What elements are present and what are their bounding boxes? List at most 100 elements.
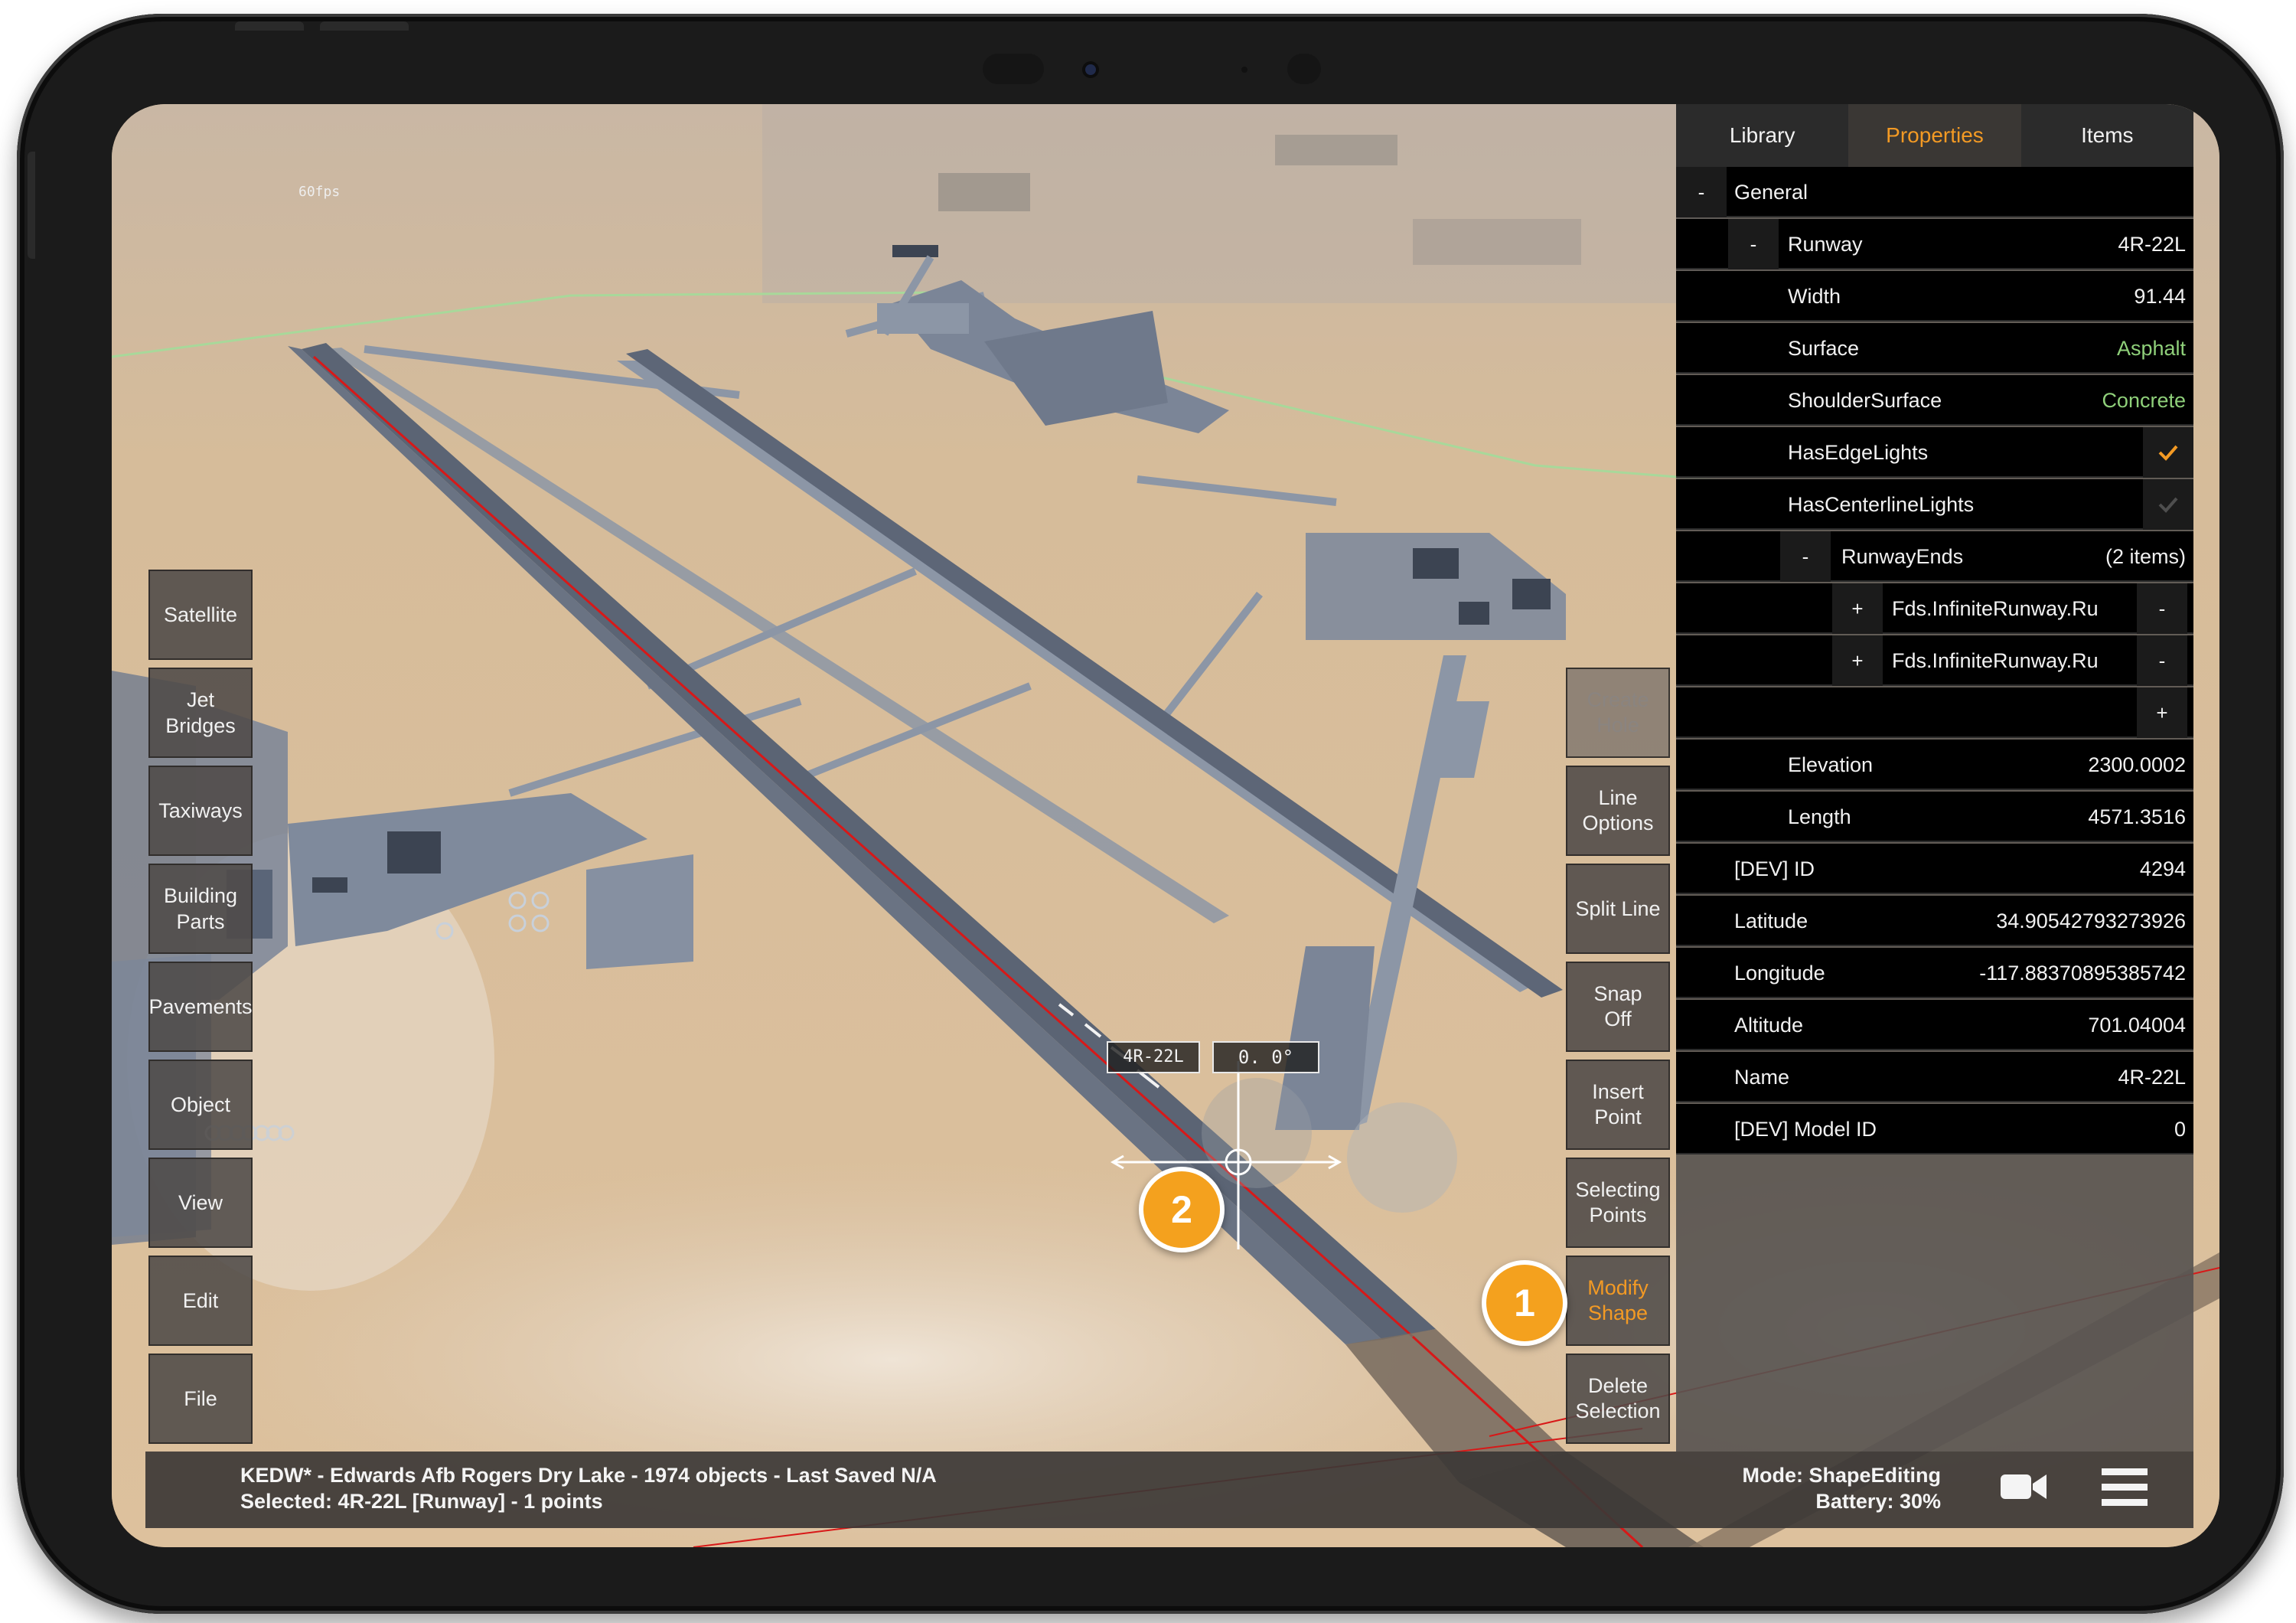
latitude-label: Latitude: [1734, 909, 1808, 932]
camera-sensor: [1241, 67, 1247, 73]
split-line-button[interactable]: Split Line: [1566, 864, 1670, 954]
elevation-row[interactable]: Elevation 2300.0002: [1676, 740, 2193, 790]
runway-row: - Runway 4R-22L: [1676, 219, 2193, 269]
surface-row[interactable]: Surface Asphalt: [1676, 323, 2193, 374]
length-value[interactable]: 4571.3516: [2088, 792, 2186, 842]
add-runway-end-row: +: [1676, 687, 2193, 738]
edge-lights-label: HasEdgeLights: [1788, 441, 1929, 464]
remove-runway-end-button[interactable]: -: [2137, 635, 2187, 686]
elevation-label: Elevation: [1788, 753, 1874, 776]
runway-end-item: + Fds.InfiniteRunway.Ru -: [1676, 583, 2193, 634]
altitude-row[interactable]: Altitude 701.04004: [1676, 1000, 2193, 1050]
longitude-value[interactable]: -117.88370895385742: [1979, 948, 2186, 998]
longitude-row[interactable]: Longitude -117.88370895385742: [1676, 948, 2193, 998]
panel-tabs: Library Properties Items: [1676, 104, 2193, 167]
rotation-angle-readout[interactable]: 0. 0°: [1212, 1041, 1319, 1073]
view-button[interactable]: View: [148, 1158, 253, 1248]
altitude-label: Altitude: [1734, 1014, 1804, 1037]
model-id-row: [DEV] Model ID 0: [1676, 1104, 2193, 1154]
create-hole-button[interactable]: Create Hole: [1566, 668, 1670, 758]
front-camera-icon: [1085, 64, 1096, 75]
object-button[interactable]: Object: [148, 1060, 253, 1150]
altitude-value[interactable]: 701.04004: [2088, 1000, 2186, 1050]
delete-selection-button[interactable]: Delete Selection: [1566, 1354, 1670, 1444]
width-value[interactable]: 91.44: [2134, 271, 2186, 322]
properties-panel: Library Properties Items - General - Run…: [1676, 104, 2193, 1452]
runway-ends-label: RunwayEnds: [1841, 545, 1964, 568]
runway-end-item: + Fds.InfiniteRunway.Ru -: [1676, 635, 2193, 686]
selecting-points-button[interactable]: Selecting Points: [1566, 1158, 1670, 1248]
runway-ends-count: (2 items): [2105, 545, 2186, 568]
centerline-lights-label: HasCenterlineLights: [1788, 493, 1975, 516]
volume-button: [235, 21, 304, 31]
pavements-button[interactable]: Pavements: [148, 962, 253, 1052]
jet-bridges-button[interactable]: Jet Bridges: [148, 668, 253, 758]
satellite-button[interactable]: Satellite: [148, 570, 253, 660]
app-screen: 60fps 4R-22L 0. 0° Satellite Jet Bridges T…: [112, 104, 2219, 1547]
marker-2: 2: [1139, 1167, 1225, 1252]
shoulder-surface-row[interactable]: ShoulderSurface Concrete: [1676, 375, 2193, 426]
name-label: Name: [1734, 1066, 1790, 1089]
checkmark-icon: [2158, 445, 2178, 461]
dev-id-value: 4294: [2139, 857, 2186, 880]
selection-info: Selected: 4R-22L [Runway] - 1 points: [240, 1490, 603, 1513]
elevation-value[interactable]: 2300.0002: [2088, 740, 2186, 790]
general-row: - General: [1676, 167, 2193, 217]
project-info: KEDW* - Edwards Afb Rogers Dry Lake - 19…: [240, 1464, 937, 1487]
runway-ends-collapse-button[interactable]: -: [1780, 531, 1831, 582]
general-collapse-button[interactable]: -: [1676, 167, 1727, 217]
insert-point-button[interactable]: Insert Point: [1566, 1060, 1670, 1150]
dev-id-label: [DEV] ID: [1734, 857, 1815, 880]
name-row[interactable]: Name 4R-22L: [1676, 1052, 2193, 1102]
edge-lights-checkbox[interactable]: [2143, 427, 2193, 478]
ipad-frame: 60fps 4R-22L 0. 0° Satellite Jet Bridges T…: [17, 14, 2284, 1614]
mode-indicator: Mode: ShapeEditing: [1742, 1464, 1942, 1487]
sensor: [983, 54, 1044, 84]
file-button[interactable]: File: [148, 1354, 253, 1444]
latitude-value[interactable]: 34.90542793273926: [1996, 896, 2186, 946]
edit-button[interactable]: Edit: [148, 1256, 253, 1346]
surface-value[interactable]: Asphalt: [2117, 323, 2186, 374]
expand-runway-end-button[interactable]: +: [1832, 583, 1883, 634]
tab-items[interactable]: Items: [2021, 104, 2193, 167]
line-options-button[interactable]: Line Options: [1566, 766, 1670, 856]
edge-lights-row: HasEdgeLights: [1676, 427, 2193, 478]
add-runway-end-button[interactable]: +: [2137, 687, 2187, 738]
dev-id-row: [DEV] ID 4294: [1676, 844, 2193, 894]
width-row[interactable]: Width 91.44: [1676, 271, 2193, 322]
battery-indicator: Battery: 30%: [1815, 1490, 1941, 1513]
name-value[interactable]: 4R-22L: [2118, 1052, 2186, 1102]
snap-toggle-button[interactable]: Snap Off: [1566, 962, 1670, 1052]
model-id-value: 0: [2174, 1118, 2186, 1141]
centerline-lights-checkbox[interactable]: [2143, 479, 2193, 530]
hamburger-menu-icon[interactable]: [2102, 1467, 2148, 1508]
latitude-row[interactable]: Latitude 34.90542793273926: [1676, 896, 2193, 946]
runway-label: Runway: [1788, 233, 1863, 256]
taxiways-button[interactable]: Taxiways: [148, 766, 253, 856]
building-parts-button[interactable]: Building Parts: [148, 864, 253, 954]
status-bar: KEDW* - Edwards Afb Rogers Dry Lake - 19…: [145, 1452, 2193, 1528]
shoulder-surface-label: ShoulderSurface: [1788, 389, 1942, 412]
tab-library[interactable]: Library: [1676, 104, 1848, 167]
fps-counter: 60fps: [298, 184, 341, 200]
marker-1: 1: [1482, 1260, 1567, 1346]
runway-collapse-button[interactable]: -: [1728, 219, 1779, 269]
centerline-lights-row: HasCenterlineLights: [1676, 479, 2193, 530]
checkmark-icon: [2158, 497, 2178, 513]
expand-runway-end-button[interactable]: +: [1832, 635, 1883, 686]
length-row[interactable]: Length 4571.3516: [1676, 792, 2193, 842]
runway-ends-row: - RunwayEnds (2 items): [1676, 531, 2193, 582]
runway-end-name: Fds.InfiniteRunway.Ru: [1892, 597, 2099, 620]
shoulder-surface-value[interactable]: Concrete: [2102, 375, 2186, 426]
tab-properties[interactable]: Properties: [1848, 104, 2021, 167]
runway-end-name: Fds.InfiniteRunway.Ru: [1892, 649, 2099, 672]
general-label: General: [1734, 181, 1808, 204]
runway-value: 4R-22L: [2118, 233, 2186, 256]
remove-runway-end-button[interactable]: -: [2137, 583, 2187, 634]
model-id-label: [DEV] Model ID: [1734, 1118, 1877, 1141]
modify-shape-button[interactable]: Modify Shape: [1566, 1256, 1670, 1346]
power-button: [320, 21, 409, 31]
width-label: Width: [1788, 285, 1841, 308]
video-camera-icon[interactable]: [1999, 1468, 2048, 1505]
runway-label-tag: 4R-22L: [1107, 1041, 1200, 1073]
